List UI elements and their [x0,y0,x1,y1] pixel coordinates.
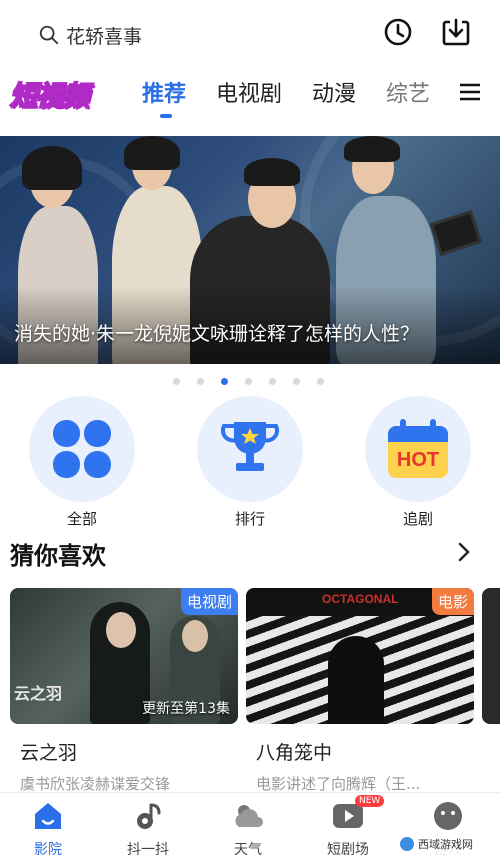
carousel-dot[interactable] [317,378,324,385]
search-hint-text: 花轿喜事 [66,25,143,48]
content-card[interactable]: 云之羽 电视剧 更新至第13集 云之羽 虞书欣张凌赫谍爱交锋 [10,588,240,794]
card-thumbnail: OCTAGONAL 电影 [246,588,474,724]
bottom-nav-label: 天气 [234,842,262,858]
carousel-dot[interactable] [245,378,252,385]
menu-icon[interactable] [458,80,482,104]
search-icon [39,25,59,45]
chevron-right-icon[interactable] [456,542,472,562]
quick-entry-circle: HOT [365,396,471,502]
game-icon [431,799,465,833]
bottom-nav-label: 短剧场 [327,842,369,858]
carousel-dot[interactable] [173,378,180,385]
quick-entry-all[interactable]: 全部 [28,396,136,529]
tab-tv-series[interactable]: 电视剧 [216,76,282,108]
banner-figure-hair [22,146,82,190]
card-thumbnail [482,588,500,724]
card-figure-head [182,620,208,652]
app-logo: 短视频 [9,80,90,113]
weather-icon [231,799,265,833]
bottom-nav-short-drama[interactable]: NEW 短剧场 [308,795,388,859]
carousel-dot[interactable] [197,378,204,385]
tab-variety[interactable]: 综艺 [386,76,430,108]
category-badge: 电影 [431,588,474,615]
card-figure-head [106,612,136,648]
search-box[interactable]: 花轿喜事 [38,18,142,52]
banner-figure-hair [244,158,300,186]
history-clock-icon[interactable] [382,16,414,48]
card-description: 虞书欣张凌赫谍爱交锋 [20,775,171,793]
quick-entry-label: 追剧 [402,510,433,528]
music-note-icon [131,799,165,833]
quick-entry-circle [197,396,303,502]
content-card-partial[interactable] [482,588,500,724]
calendar-hot-icon: HOT [388,419,448,478]
watermark: 西域游戏网 [394,832,494,856]
bottom-nav-label: 抖一抖 [127,842,169,858]
poster-title: OCTAGONAL [322,592,399,606]
episode-update: 更新至第13集 [142,701,230,717]
quick-entry-ranking[interactable]: 排行 [196,396,304,529]
bottom-nav-shake[interactable]: 抖一抖 [108,799,188,859]
section-title: 猜你喜欢 [10,542,106,570]
banner-figure-hair [344,136,400,162]
watermark-text: 西域游戏网 [418,838,473,851]
quick-entry-label: 排行 [234,510,265,528]
calendar-hot-text: HOT [397,449,439,471]
banner-caption: 消失的她·朱一龙倪妮文咏珊诠释了怎样的人性？ [14,323,420,345]
card-title: 八角笼中 [256,742,333,764]
hero-banner[interactable]: 消失的她·朱一龙倪妮文咏珊诠释了怎样的人性？ [0,136,500,364]
new-badge: NEW [355,795,385,807]
channel-tabs: 推荐 电视剧 动漫 综艺 [142,76,460,118]
card-figure [328,636,384,724]
grid-icon [53,420,111,478]
card-thumbnail: 云之羽 电视剧 更新至第13集 [10,588,238,724]
carousel-indicator [173,378,341,385]
tab-anime[interactable]: 动漫 [312,76,356,108]
carousel-dot-active[interactable] [221,378,228,385]
quick-entry-circle [29,396,135,502]
bottom-nav-weather[interactable]: 天气 [208,799,288,859]
carousel-dot[interactable] [293,378,300,385]
tab-recommend[interactable]: 推荐 [142,76,186,118]
content-card[interactable]: OCTAGONAL 电影 八角笼中 电影讲述了向腾辉（王... [246,588,476,794]
bottom-nav-label: 影院 [34,842,62,858]
channel-nav: 短视频 推荐 电视剧 动漫 综艺 [0,66,500,136]
carousel-dot[interactable] [269,378,276,385]
card-description: 电影讲述了向腾辉（王... [256,775,421,793]
top-bar: 花轿喜事 [0,0,500,66]
bottom-nav-cinema[interactable]: 影院 [8,799,88,859]
quick-entry-follow[interactable]: HOT 追剧 [364,396,472,529]
card-title: 云之羽 [20,742,78,764]
banner-figure-hair [124,136,180,170]
trophy-icon [220,422,280,471]
download-icon[interactable] [440,16,472,48]
category-badge: 电视剧 [180,588,238,615]
watermark-logo-icon [400,837,414,851]
play-icon: NEW [331,795,385,833]
home-icon [31,799,65,833]
card-title-overlay: 云之羽 [14,684,63,703]
quick-entry-label: 全部 [66,510,97,528]
